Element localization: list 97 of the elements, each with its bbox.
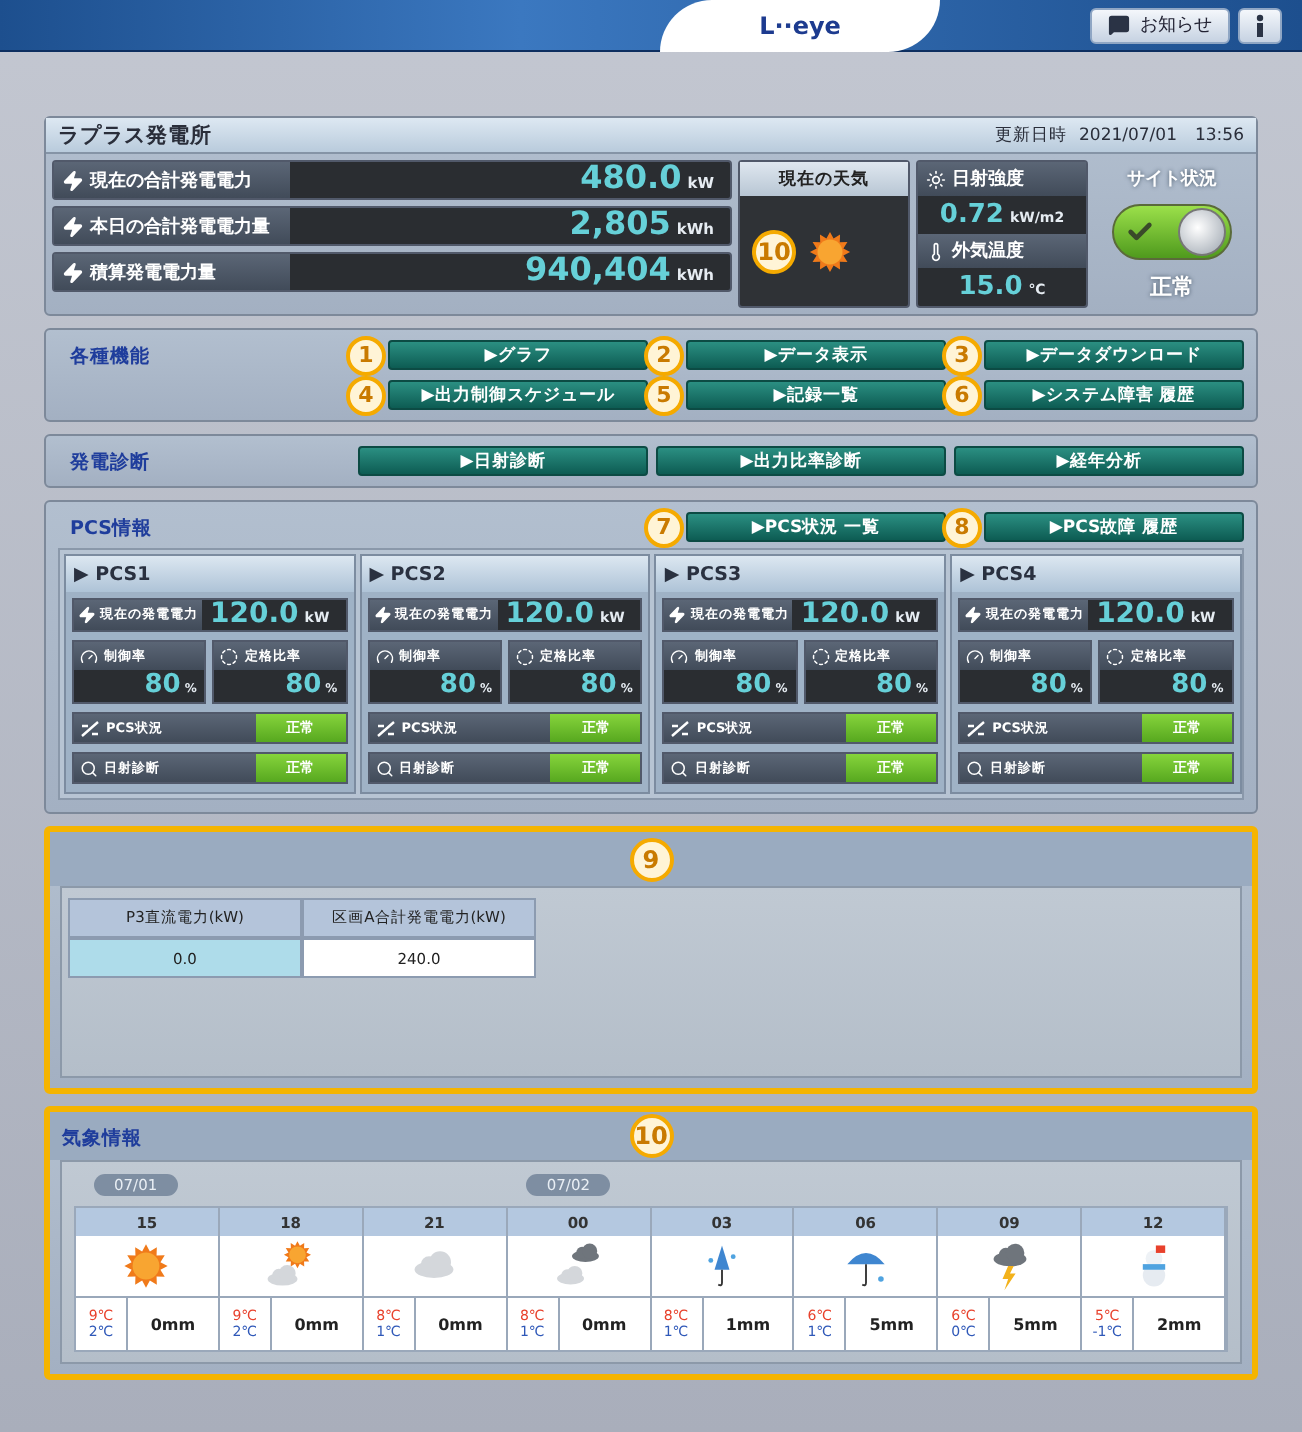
search-icon bbox=[375, 759, 394, 777]
power-value: 120.0 bbox=[800, 600, 890, 628]
metric-value: 480.0 bbox=[580, 162, 682, 194]
number-badge: 2 bbox=[644, 335, 684, 375]
notice-button[interactable]: お知らせ bbox=[1090, 7, 1230, 43]
power-value: 120.0 bbox=[1096, 600, 1185, 628]
gauge-icon bbox=[375, 647, 394, 665]
app-logo: L··eye bbox=[660, 0, 940, 52]
solar-label: 日射強度 bbox=[952, 166, 1024, 192]
trend-icon bbox=[966, 719, 987, 737]
number-badge: 1 bbox=[346, 335, 386, 375]
info-icon bbox=[1254, 13, 1266, 37]
rated-value: 80 bbox=[285, 672, 322, 698]
power-value: 120.0 bbox=[505, 600, 594, 628]
temperature-value: 15.0 bbox=[958, 274, 1023, 300]
number-badge: 4 bbox=[346, 375, 386, 415]
pcs-name: ▶ PCS2 bbox=[361, 556, 649, 592]
lightning-icon bbox=[62, 169, 84, 191]
metric-label: 本日の合計発電電力量 bbox=[90, 214, 270, 239]
function-button[interactable]: ▶記録一覧 bbox=[686, 380, 946, 410]
site-status-label: サイト状況 bbox=[1127, 167, 1217, 192]
precipitation: 1mm bbox=[723, 1313, 773, 1337]
metric-label: 積算発電電力量 bbox=[90, 260, 216, 285]
lightning-icon bbox=[78, 606, 96, 624]
pcs-name: ▶ PCS3 bbox=[656, 556, 945, 592]
pcs-button[interactable]: ▶PCS故障 履歴 bbox=[984, 512, 1244, 542]
search-icon bbox=[670, 759, 689, 777]
control-value: 80 bbox=[439, 672, 477, 698]
number-badge: 9 bbox=[629, 837, 673, 881]
function-button[interactable]: ▶データダウンロード bbox=[984, 340, 1244, 370]
power-value: 120.0 bbox=[210, 600, 299, 628]
site-status-text: 正常 bbox=[1150, 272, 1194, 302]
number-badge: 5 bbox=[644, 375, 684, 415]
pcs-button[interactable]: ▶PCS状況 一覧 bbox=[686, 512, 946, 542]
gauge-icon bbox=[966, 647, 985, 665]
lightning-icon bbox=[62, 261, 84, 283]
section-title: 各種機能 bbox=[68, 344, 152, 370]
thermometer-icon bbox=[926, 241, 946, 261]
precipitation: 0mm bbox=[436, 1313, 485, 1337]
diagnosis-button[interactable]: ▶経年分析 bbox=[954, 446, 1244, 476]
lightning-icon bbox=[373, 606, 392, 624]
number-badge: 8 bbox=[942, 507, 982, 547]
precipitation: 5mm bbox=[867, 1313, 916, 1337]
rated-value: 80 bbox=[1171, 672, 1208, 698]
temperature-label: 外気温度 bbox=[952, 238, 1024, 264]
trend-icon bbox=[80, 719, 100, 737]
metric-label: 現在の合計発電電力 bbox=[90, 168, 252, 193]
number-badge: 10 bbox=[629, 1114, 673, 1158]
function-button[interactable]: ▶グラフ bbox=[388, 340, 648, 370]
message-icon bbox=[1108, 14, 1130, 36]
control-value: 80 bbox=[144, 672, 181, 698]
section-title: 気象情報 bbox=[60, 1125, 142, 1151]
weather-title: 現在の天気 bbox=[740, 162, 908, 196]
rated-value: 80 bbox=[875, 672, 913, 698]
precipitation: 5mm bbox=[1011, 1313, 1060, 1337]
section-title: 発電診断 bbox=[68, 450, 152, 476]
precipitation: 0mm bbox=[292, 1313, 341, 1337]
metric-value: 2,805 bbox=[569, 208, 671, 240]
updated-time: 2021/07/01 13:56 bbox=[1079, 123, 1244, 147]
lightning-icon bbox=[964, 606, 983, 624]
search-icon bbox=[966, 759, 985, 777]
dashed-circle-icon bbox=[220, 647, 239, 665]
updated-label: 更新日時 bbox=[995, 123, 1067, 147]
trend-icon bbox=[375, 719, 396, 737]
search-icon bbox=[80, 759, 98, 777]
control-value: 80 bbox=[735, 672, 772, 698]
dashed-circle-icon bbox=[1106, 647, 1125, 665]
solar-value: 0.72 bbox=[939, 202, 1004, 228]
metric-value: 940,404 bbox=[525, 254, 671, 286]
check-icon bbox=[1126, 218, 1154, 246]
precipitation: 0mm bbox=[579, 1313, 629, 1337]
section-title: PCS情報 bbox=[68, 516, 154, 542]
dashed-circle-icon bbox=[516, 647, 535, 665]
gauge-icon bbox=[670, 647, 689, 665]
function-button[interactable]: ▶出力制御スケジュール bbox=[388, 380, 648, 410]
plant-name: ラプラス発電所 bbox=[58, 121, 212, 149]
number-badge: 7 bbox=[644, 507, 684, 547]
precipitation: 0mm bbox=[148, 1313, 198, 1337]
dashed-circle-icon bbox=[811, 647, 830, 665]
control-value: 80 bbox=[1030, 672, 1067, 698]
number-badge: 6 bbox=[942, 375, 982, 415]
lightning-icon bbox=[62, 215, 84, 237]
number-badge: 10 bbox=[752, 229, 796, 273]
rated-value: 80 bbox=[580, 672, 617, 698]
pcs-name: ▶ PCS4 bbox=[952, 556, 1240, 592]
precipitation: 2mm bbox=[1154, 1313, 1204, 1337]
trend-icon bbox=[670, 719, 691, 737]
diagnosis-button[interactable]: ▶日射診断 bbox=[358, 446, 648, 476]
info-button[interactable] bbox=[1238, 7, 1282, 43]
pcs-name: ▶ PCS1 bbox=[66, 556, 354, 592]
diagnosis-button[interactable]: ▶出力比率診断 bbox=[656, 446, 946, 476]
function-button[interactable]: ▶システム障害 履歴 bbox=[984, 380, 1244, 410]
function-button[interactable]: ▶データ表示 bbox=[686, 340, 946, 370]
gauge-icon bbox=[80, 647, 98, 665]
sun-icon bbox=[926, 169, 946, 189]
number-badge: 3 bbox=[942, 335, 982, 375]
lightning-icon bbox=[668, 606, 687, 624]
